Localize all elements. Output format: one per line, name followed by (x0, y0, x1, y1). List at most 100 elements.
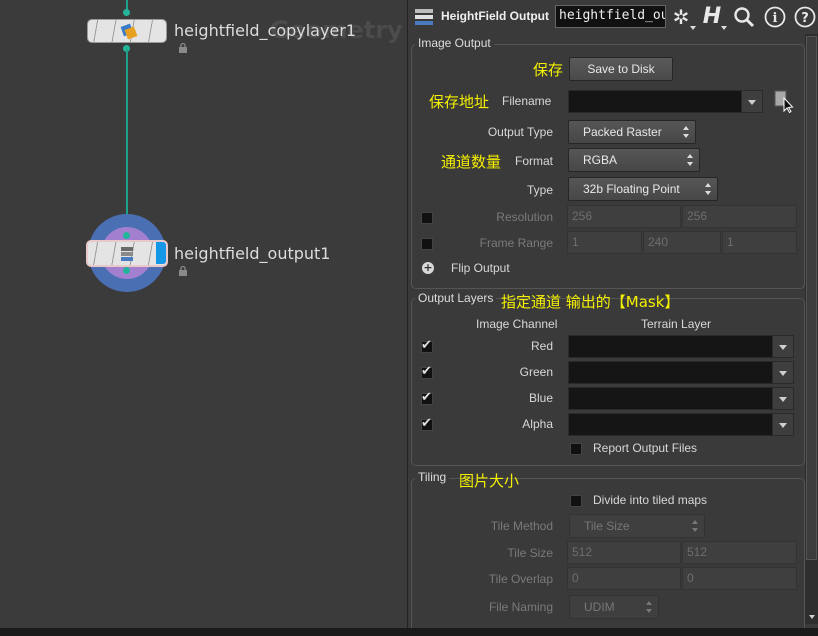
green-layer-dropdown[interactable] (772, 361, 794, 384)
output-type-value: Packed Raster (583, 125, 662, 139)
node-label-copylayer: heightfield_copylayer1 (174, 21, 357, 40)
save-to-disk-button[interactable]: Save to Disk (569, 57, 673, 81)
updown-icon (692, 520, 699, 532)
annotation-save: 保存 (533, 61, 564, 79)
search-icon[interactable] (732, 5, 756, 29)
terrain-layer-header: Terrain Layer (641, 317, 712, 331)
node-name-input[interactable]: heightfield_output1 (555, 5, 666, 28)
display-flag[interactable] (156, 242, 166, 264)
resolution-label: Resolution (496, 210, 553, 224)
alpha-channel-label: Alpha (522, 417, 553, 431)
annotation-save-path: 保存地址 (429, 93, 490, 111)
heightfield-output-icon (121, 247, 133, 261)
divide-tiled-label: Divide into tiled maps (593, 493, 708, 507)
parameter-scrollbar[interactable] (805, 34, 818, 624)
output-type-menu[interactable]: Packed Raster (568, 120, 696, 144)
updown-icon (705, 183, 712, 195)
node-label-output: heightfield_output1 (174, 244, 331, 263)
filename-field[interactable] (568, 90, 742, 113)
parameter-scroll-area[interactable]: Image Output 保存 Save to Disk 保存地址 Filena… (408, 34, 805, 636)
image-output-title: Image Output (415, 36, 494, 50)
divide-tiled-checkbox[interactable] (570, 495, 582, 507)
tile-method-value: Tile Size (584, 519, 630, 533)
tile-overlap-y-field[interactable]: 0 (682, 567, 797, 590)
frame-end-field[interactable]: 240 (643, 231, 721, 254)
annotation-image-size: 图片大小 (459, 472, 520, 490)
blue-channel-label: Blue (528, 391, 553, 405)
input-port[interactable] (123, 232, 130, 239)
wire-connection (126, 49, 128, 239)
report-output-label: Report Output Files (593, 441, 698, 455)
frame-start-field[interactable]: 1 (567, 231, 642, 254)
report-output-checkbox[interactable] (570, 443, 582, 455)
type-menu[interactable]: 32b Floating Point (568, 177, 718, 201)
input-port[interactable] (123, 9, 130, 16)
format-value: RGBA (583, 153, 618, 167)
resolution-y-field[interactable]: 256 (682, 205, 797, 228)
red-layer-dropdown[interactable] (772, 335, 794, 358)
file-naming-label: File Naming (488, 600, 553, 614)
frame-step-field[interactable]: 1 (722, 231, 797, 254)
info-icon[interactable]: i (763, 5, 787, 29)
filename-dropdown-button[interactable] (741, 90, 763, 113)
red-channel-checkbox[interactable] (421, 338, 433, 353)
bottom-border (0, 628, 818, 636)
tile-overlap-label: Tile Overlap (488, 572, 553, 586)
output-layers-title: Output Layers (415, 291, 497, 305)
output-port[interactable] (123, 267, 130, 274)
resolution-toggle[interactable] (421, 212, 433, 224)
blue-channel-checkbox[interactable] (421, 390, 433, 405)
format-menu[interactable]: RGBA (568, 148, 700, 172)
alpha-channel-checkbox[interactable] (421, 416, 433, 431)
node-type-label: HeightField Output (441, 9, 549, 23)
updown-icon (687, 154, 694, 166)
red-layer-field[interactable] (568, 335, 773, 358)
lock-icon (179, 43, 187, 53)
network-editor[interactable]: Geometry heightfield_copylayer1 heightfi… (0, 0, 407, 636)
green-layer-field[interactable] (568, 361, 773, 384)
type-value: 32b Floating Point (583, 182, 680, 196)
flip-output-label[interactable]: Flip Output (451, 261, 510, 275)
annotation-layers: 指定通道 输出的【Mask】 (501, 293, 680, 311)
tile-size-label: Tile Size (507, 546, 553, 560)
tile-method-label: Tile Method (490, 519, 553, 533)
green-channel-label: Green (519, 365, 553, 379)
flip-output-expand-icon[interactable]: + (422, 262, 434, 274)
lock-icon (179, 266, 187, 276)
heightfield-output-icon (415, 9, 433, 25)
alpha-layer-field[interactable] (568, 413, 773, 436)
tile-size-x-field[interactable]: 512 (567, 541, 681, 564)
blue-layer-dropdown[interactable] (772, 387, 794, 410)
file-naming-menu[interactable]: UDIM (569, 595, 659, 619)
parameter-pane: HeightField Output heightfield_output1 ✲… (407, 0, 818, 636)
tile-overlap-x-field[interactable]: 0 (567, 567, 681, 590)
file-naming-value: UDIM (584, 600, 615, 614)
image-channel-header: Image Channel (476, 317, 558, 331)
green-channel-checkbox[interactable] (421, 364, 433, 379)
frame-range-toggle[interactable] (421, 238, 433, 250)
red-channel-label: Red (530, 339, 553, 353)
chevron-down-icon (690, 26, 696, 30)
svg-text:?: ? (801, 11, 809, 26)
updown-icon (646, 601, 653, 613)
updown-icon (683, 126, 690, 138)
tile-method-menu[interactable]: Tile Size (569, 514, 705, 538)
tile-size-y-field[interactable]: 512 (682, 541, 797, 564)
file-chooser-icon[interactable] (773, 89, 795, 113)
parameter-toolbar: HeightField Output heightfield_output1 ✲… (408, 0, 818, 34)
scroll-down-icon[interactable] (809, 615, 815, 619)
alpha-layer-dropdown[interactable] (772, 413, 794, 436)
copylayer-icon (120, 23, 138, 40)
frame-range-label: Frame Range (479, 236, 553, 250)
chevron-down-icon (721, 26, 727, 30)
svg-text:i: i (773, 11, 778, 26)
output-type-label: Output Type (487, 125, 553, 139)
help-icon[interactable]: ? (793, 5, 817, 29)
type-label: Type (526, 183, 553, 197)
scrollbar-thumb[interactable] (806, 36, 817, 560)
filename-label: Filename (502, 94, 552, 108)
format-label: Format (514, 154, 553, 168)
blue-layer-field[interactable] (568, 387, 773, 410)
node-copylayer[interactable] (87, 19, 167, 43)
resolution-x-field[interactable]: 256 (567, 205, 681, 228)
